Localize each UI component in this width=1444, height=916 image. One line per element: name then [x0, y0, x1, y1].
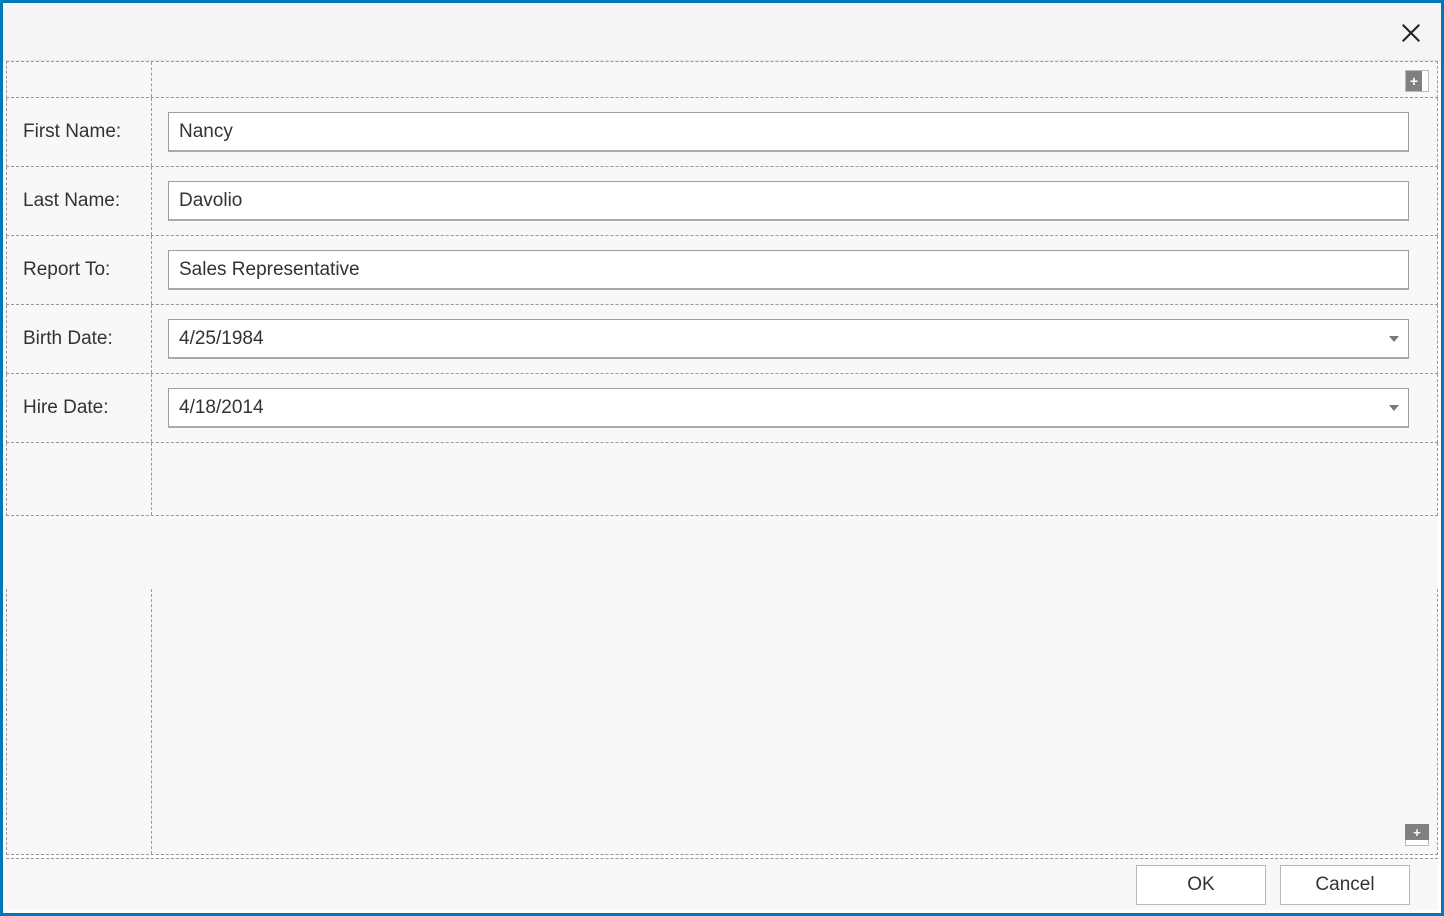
report-to-row: Report To: [6, 236, 1438, 305]
header-input-cell: + [152, 62, 1437, 97]
first-name-row: First Name: [6, 98, 1438, 167]
add-row-handle[interactable]: + [1405, 824, 1429, 846]
fill-area: + [6, 589, 1438, 855]
last-name-label: Last Name: [7, 167, 152, 235]
ok-button[interactable]: OK [1136, 865, 1266, 905]
report-to-input-cell [152, 236, 1437, 304]
fill-label-cell [7, 589, 152, 854]
last-name-input-cell [152, 167, 1437, 235]
report-to-input[interactable] [168, 250, 1409, 290]
hire-date-wrap [168, 388, 1409, 428]
form-content-area: + First Name: Last Name: Report To: Birt… [6, 61, 1438, 855]
first-name-label: First Name: [7, 98, 152, 166]
dialog-window: + First Name: Last Name: Report To: Birt… [0, 0, 1444, 916]
dialog-footer: OK Cancel [6, 858, 1438, 910]
spacer-input-cell [152, 443, 1437, 515]
report-to-label: Report To: [7, 236, 152, 304]
hire-date-input-cell [152, 374, 1437, 442]
plus-icon: + [1406, 71, 1422, 91]
last-name-row: Last Name: [6, 167, 1438, 236]
form-header-row: + [6, 61, 1438, 98]
birth-date-row: Birth Date: [6, 305, 1438, 374]
birth-date-input[interactable] [168, 319, 1409, 359]
birth-date-label: Birth Date: [7, 305, 152, 373]
first-name-input[interactable] [168, 112, 1409, 152]
birth-date-input-cell [152, 305, 1437, 373]
fill-body: + [152, 589, 1437, 854]
cancel-button[interactable]: Cancel [1280, 865, 1410, 905]
spacer-row [6, 443, 1438, 516]
titlebar [3, 3, 1441, 61]
close-button[interactable] [1393, 15, 1429, 51]
first-name-input-cell [152, 98, 1437, 166]
last-name-input[interactable] [168, 181, 1409, 221]
plus-icon: + [1405, 824, 1429, 840]
close-icon [1400, 22, 1422, 44]
spacer-label-cell [7, 443, 152, 515]
hire-date-row: Hire Date: [6, 374, 1438, 443]
handle-bar [1405, 840, 1429, 846]
add-column-handle[interactable]: + [1405, 70, 1429, 92]
birth-date-wrap [168, 319, 1409, 359]
hire-date-label: Hire Date: [7, 374, 152, 442]
hire-date-input[interactable] [168, 388, 1409, 428]
header-label-cell [7, 62, 152, 97]
